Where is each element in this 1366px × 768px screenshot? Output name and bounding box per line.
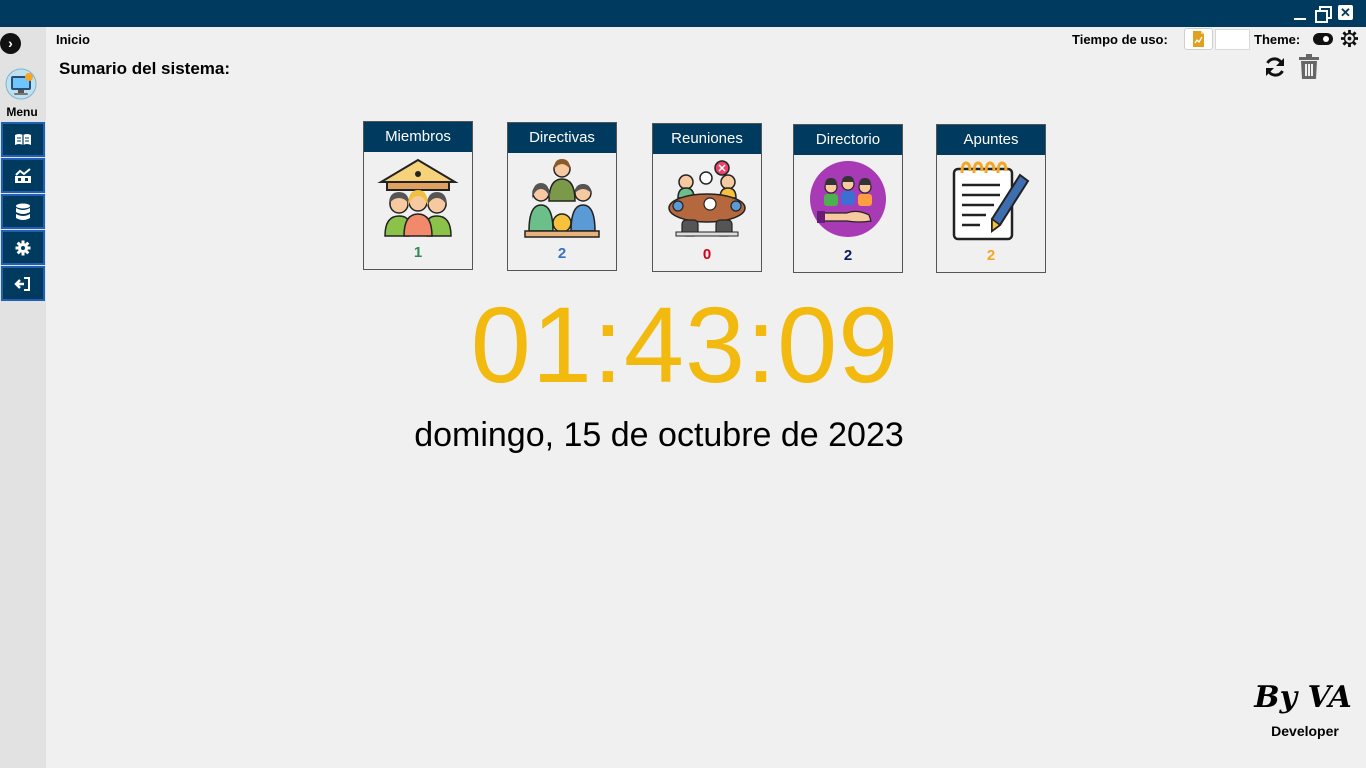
clock-date: domingo, 15 de octubre de 2023 <box>414 416 904 454</box>
developer-label: Developer <box>1271 723 1339 739</box>
breadcrumb: Inicio <box>56 32 90 47</box>
refresh-icon[interactable] <box>1263 55 1287 79</box>
notepad-pen-icon <box>952 161 1030 241</box>
trash-icon[interactable] <box>1298 54 1320 80</box>
usage-report-button[interactable] <box>1184 28 1213 50</box>
sidebar: › Menu <box>0 27 46 768</box>
card-apuntes[interactable]: Apuntes 2 <box>936 124 1046 273</box>
book-open-icon <box>15 133 31 145</box>
settings-gear-icon[interactable] <box>1340 29 1359 48</box>
card-directorio[interactable]: Directorio 2 <box>793 124 903 273</box>
usage-time-field[interactable] <box>1215 29 1250 50</box>
card-directivas[interactable]: Directivas 2 <box>507 122 617 271</box>
card-title: Reuniones <box>653 124 761 154</box>
card-title: Miembros <box>364 122 472 152</box>
card-miembros[interactable]: Miembros 1 <box>363 121 473 270</box>
card-reuniones[interactable]: Reuniones 0 <box>652 123 762 272</box>
page-title: Sumario del sistema: <box>59 59 231 78</box>
directory-people-icon <box>810 161 886 237</box>
title-bar: ✕ <box>0 0 1366 27</box>
theme-toggle[interactable] <box>1313 33 1333 45</box>
minimize-button[interactable] <box>1291 4 1309 22</box>
meeting-table-icon <box>668 160 746 237</box>
restore-button[interactable] <box>1313 4 1332 23</box>
sidebar-item-logout[interactable] <box>1 266 45 301</box>
sidebar-item-stats[interactable] <box>1 158 45 193</box>
usage-time-label: Tiempo de uso: <box>1072 32 1168 47</box>
menu-label: Menu <box>6 105 38 119</box>
card-count: 2 <box>843 247 853 264</box>
close-button[interactable]: ✕ <box>1338 5 1353 20</box>
document-chart-icon <box>1193 31 1204 47</box>
clock-time: 01:43:09 <box>470 284 900 405</box>
chart-icon <box>15 167 31 183</box>
card-title: Directivas <box>508 123 616 153</box>
sidebar-toggle-button[interactable]: › <box>0 33 21 54</box>
database-icon <box>16 203 30 220</box>
directives-team-icon <box>524 159 600 238</box>
members-building-icon <box>377 158 459 237</box>
card-title: Directorio <box>794 125 902 155</box>
theme-label: Theme: <box>1254 32 1301 47</box>
computer-globe-icon <box>5 68 37 100</box>
developer-signature: By VA <box>1254 680 1352 715</box>
card-count: 2 <box>986 247 996 264</box>
sidebar-item-database[interactable] <box>1 194 45 229</box>
card-count: 0 <box>702 246 712 263</box>
card-count: 1 <box>413 244 423 261</box>
card-count: 2 <box>557 245 567 262</box>
sidebar-item-inicio[interactable] <box>1 122 45 157</box>
card-title: Apuntes <box>937 125 1045 155</box>
gear-icon <box>15 240 31 255</box>
sidebar-item-settings[interactable] <box>1 230 45 265</box>
sign-out-icon <box>14 276 30 291</box>
